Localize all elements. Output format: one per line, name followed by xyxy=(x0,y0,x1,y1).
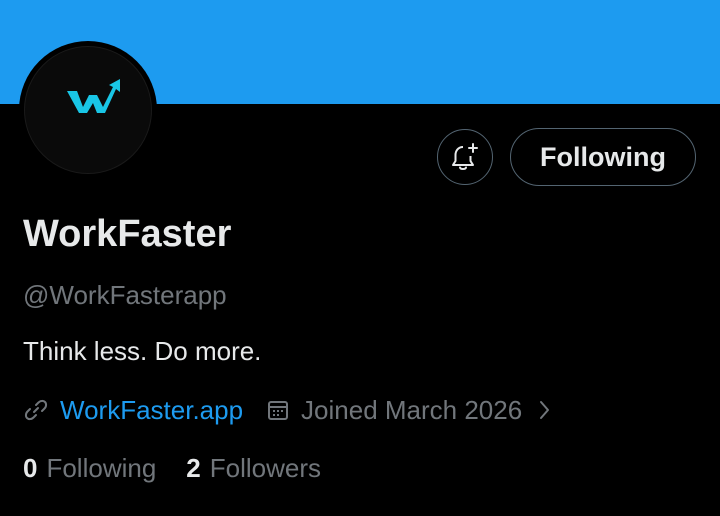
profile-stats: 0 Following 2 Followers xyxy=(23,450,351,486)
workfaster-logo-icon xyxy=(67,79,120,113)
calendar-icon xyxy=(266,398,290,422)
followers-count: 2 xyxy=(186,452,201,483)
avatar[interactable] xyxy=(19,41,157,179)
chevron-right-icon[interactable] xyxy=(538,399,552,421)
bell-plus-icon xyxy=(452,143,478,170)
profile-page: Following WorkFaster @WorkFasterapp Thin… xyxy=(0,0,720,516)
profile-name: WorkFaster xyxy=(23,213,232,255)
followers-count-link[interactable]: 2 Followers xyxy=(186,453,321,484)
notifications-button[interactable] xyxy=(437,129,493,185)
link-icon xyxy=(23,397,49,423)
following-label: Following xyxy=(46,452,157,483)
following-button[interactable]: Following xyxy=(510,128,696,186)
avatar-image xyxy=(24,46,152,174)
following-count-link[interactable]: 0 Following xyxy=(23,453,156,484)
following-count: 0 xyxy=(23,452,38,483)
profile-handle: @WorkFasterapp xyxy=(23,280,227,310)
profile-meta: WorkFaster.app Joined March 2026 xyxy=(23,392,552,428)
website-link[interactable]: WorkFaster.app xyxy=(60,395,243,426)
followers-label: Followers xyxy=(209,452,322,483)
profile-bio: Think less. Do more. xyxy=(23,336,262,366)
joined-date: Joined March 2026 xyxy=(301,394,523,425)
